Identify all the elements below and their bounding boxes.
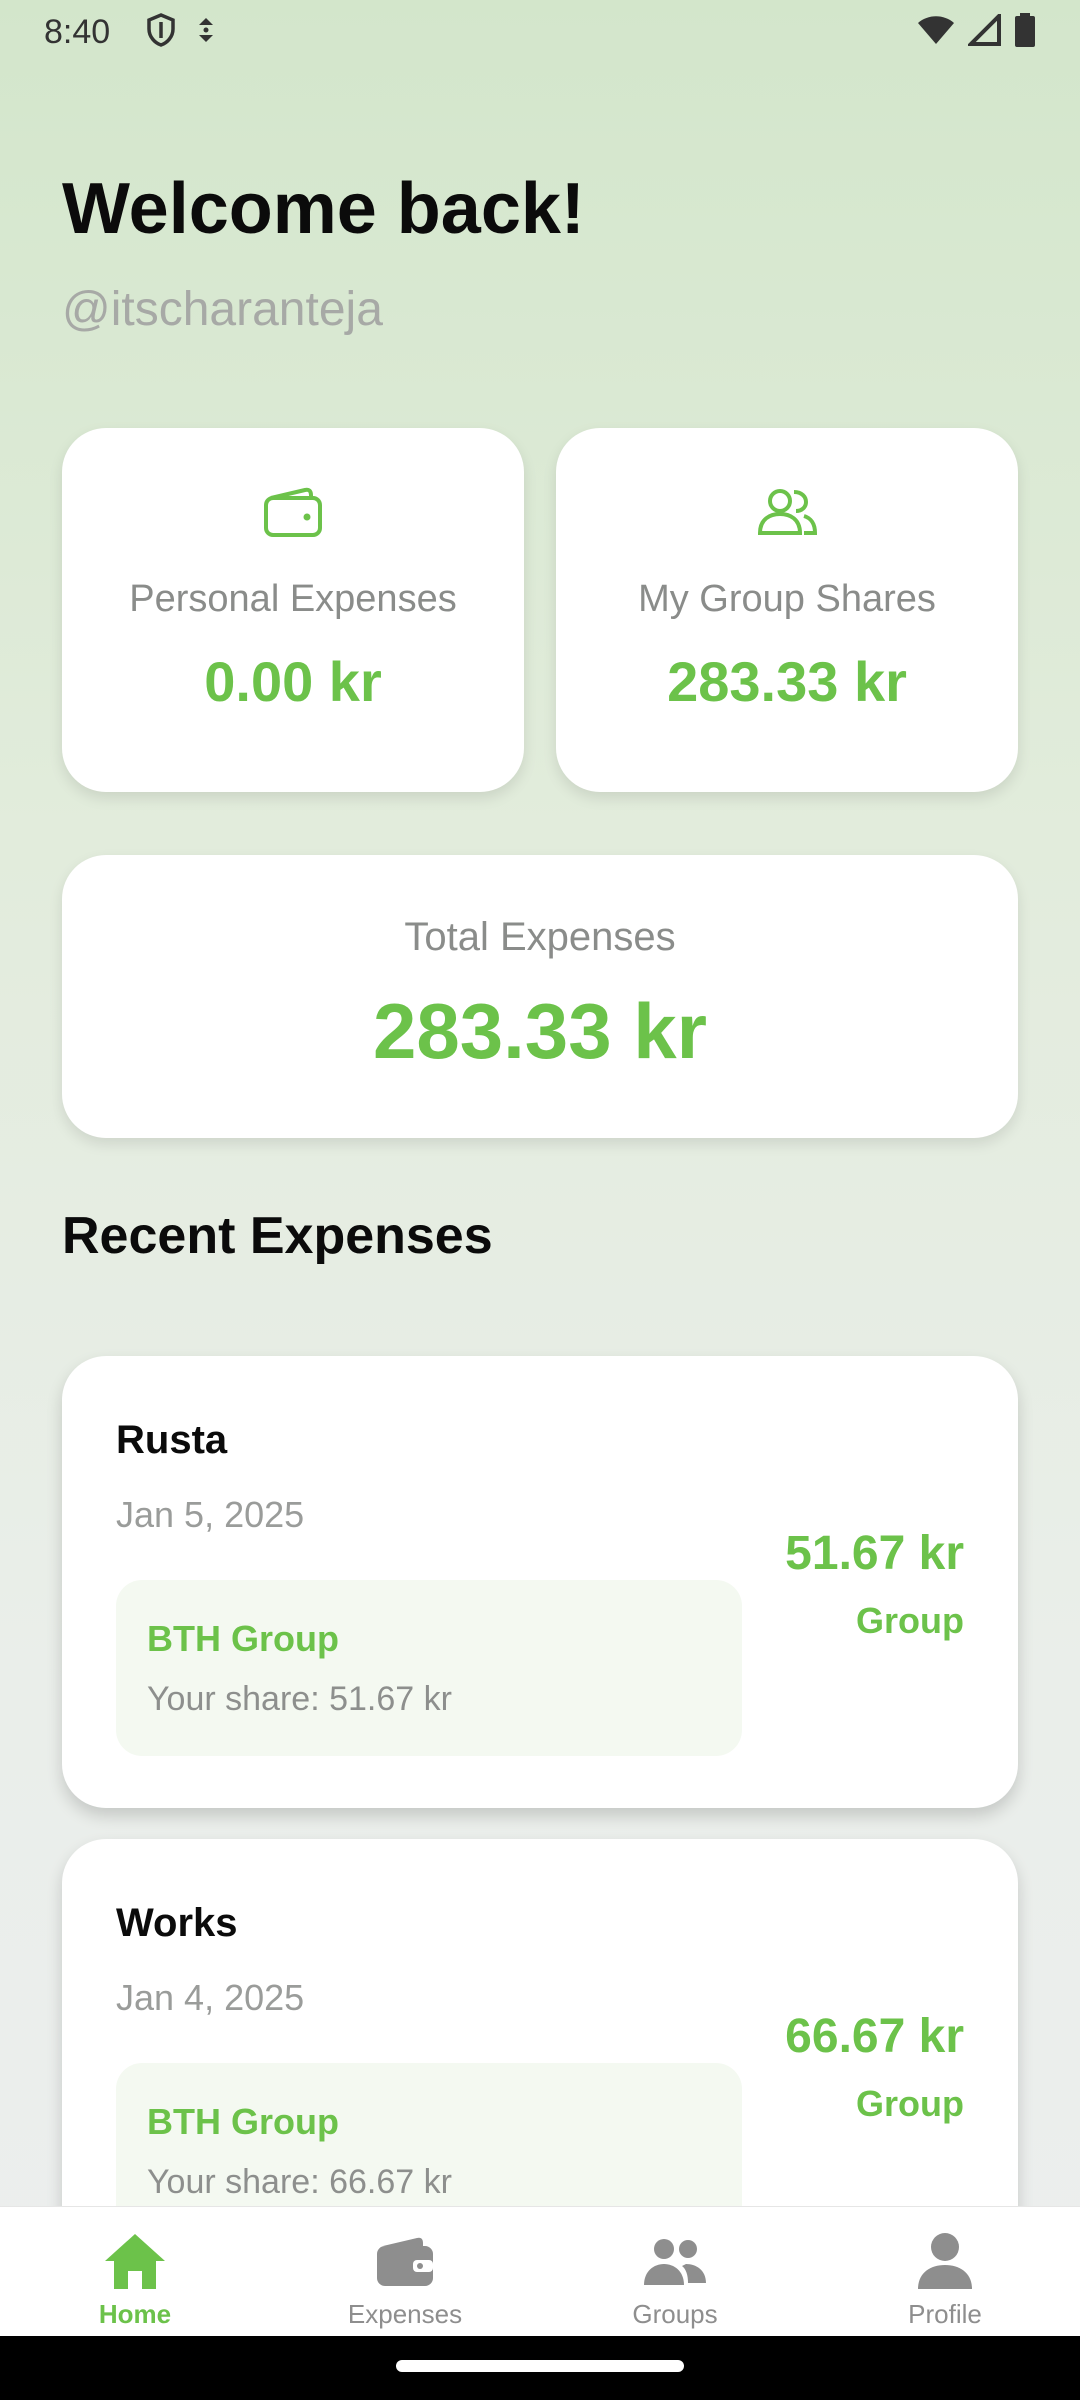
expense-title: Rusta — [116, 1418, 228, 1462]
personal-expenses-card[interactable]: Personal Expenses 0.00 kr — [62, 428, 524, 792]
group-shares-card[interactable]: My Group Shares 283.33 kr — [556, 428, 1018, 792]
expense-tag: Group — [856, 2083, 964, 2124]
status-bar: 8:40 — [0, 0, 1080, 64]
total-expenses-label: Total Expenses — [404, 915, 676, 959]
nav-label-profile: Profile — [908, 2299, 982, 2329]
username: @itscharanteja — [62, 283, 383, 336]
nav-label-home: Home — [98, 2299, 172, 2329]
nav-label-expenses: Expenses — [347, 2299, 463, 2329]
status-time: 8:40 — [44, 12, 111, 51]
nav-item-groups[interactable]: Groups — [540, 2207, 810, 2336]
expense-item[interactable]: Rusta Jan 5, 2025 BTH Group Your share: … — [62, 1356, 1018, 1808]
expense-amount: 51.67 kr — [785, 1527, 964, 1580]
expense-share: Your share: 51.67 kr — [147, 1680, 452, 1718]
nav-item-profile[interactable]: Profile — [810, 2207, 1080, 2336]
recent-expenses-list[interactable]: Rusta Jan 5, 2025 BTH Group Your share: … — [0, 1300, 1080, 2206]
home-icon — [102, 2229, 168, 2293]
status-right — [916, 10, 1036, 52]
bottom-nav: Home Expenses Groups Profile — [0, 2206, 1080, 2336]
group-shares-label: My Group Shares — [638, 578, 936, 620]
personal-expenses-value: 0.00 kr — [204, 650, 382, 713]
expense-item[interactable]: Works Jan 4, 2025 BTH Group Your share: … — [62, 1839, 1018, 2206]
status-left: 8:40 — [44, 13, 218, 52]
personal-expenses-label: Personal Expenses — [129, 578, 457, 620]
expense-share: Your share: 66.67 kr — [147, 2163, 452, 2201]
expense-title: Works — [116, 1901, 238, 1945]
nav-item-expenses[interactable]: Expenses — [270, 2207, 540, 2336]
expense-group-name: BTH Group — [147, 1618, 339, 1659]
expense-group-box: BTH Group Your share: 66.67 kr — [116, 2063, 742, 2206]
group-shares-value: 283.33 kr — [667, 650, 907, 713]
battery-icon — [1014, 12, 1036, 52]
total-expenses-value: 283.33 kr — [373, 987, 707, 1075]
expense-tag: Group — [856, 1600, 964, 1641]
nav-label-groups: Groups — [632, 2299, 718, 2329]
expense-group-box: BTH Group Your share: 51.67 kr — [116, 1580, 742, 1756]
people-icon — [756, 482, 818, 542]
wifi-icon — [916, 14, 956, 51]
expense-group-name: BTH Group — [147, 2101, 339, 2142]
wallet-icon — [375, 2229, 435, 2293]
welcome-title: Welcome back! — [62, 169, 585, 249]
profile-icon — [916, 2229, 974, 2293]
wallet-icon — [263, 482, 323, 542]
recent-expenses-title: Recent Expenses — [62, 1207, 493, 1265]
expense-amount: 66.67 kr — [785, 2010, 964, 2063]
home-gesture-handle[interactable] — [396, 2360, 684, 2372]
expense-date: Jan 4, 2025 — [116, 1977, 305, 2018]
signal-icon — [966, 10, 1002, 51]
nav-item-home[interactable]: Home — [0, 2207, 270, 2336]
total-expenses-card: Total Expenses 283.33 kr — [62, 855, 1018, 1138]
groups-icon — [642, 2229, 708, 2293]
shield-icon — [146, 12, 176, 52]
data-saver-icon — [194, 15, 218, 50]
expense-date: Jan 5, 2025 — [116, 1494, 305, 1535]
